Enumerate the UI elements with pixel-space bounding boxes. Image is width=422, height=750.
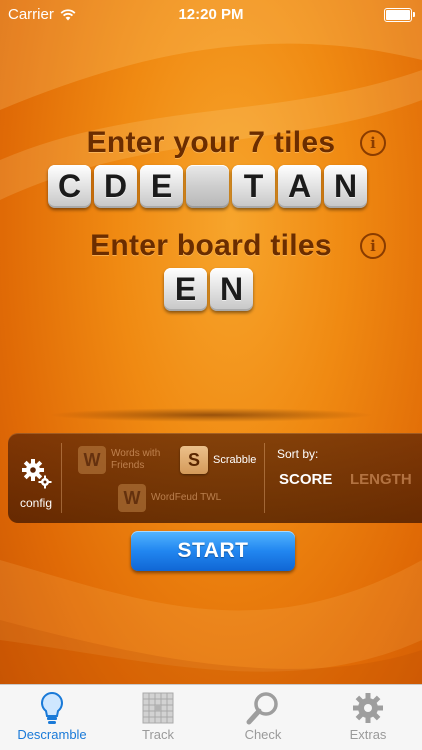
tab-check-label: Check: [244, 727, 282, 742]
scrabble-tile: S: [180, 446, 208, 474]
tab-track[interactable]: Track: [108, 689, 208, 742]
separator-shadow: [48, 408, 374, 422]
config-button[interactable]: config: [20, 457, 52, 510]
rack-tile[interactable]: C: [48, 165, 91, 208]
battery-icon: [384, 8, 415, 22]
status-bar: Carrier 12:20 PM: [0, 0, 422, 30]
game-option-scrabble[interactable]: S Scrabble: [180, 446, 256, 474]
game-option-wordfeud[interactable]: W WordFeud TWL: [118, 484, 221, 512]
rack-title: Enter your 7 tiles: [86, 126, 336, 159]
board-info-icon[interactable]: i: [360, 233, 386, 259]
panel-divider: [61, 443, 62, 513]
lightbulb-icon: [41, 691, 63, 724]
tab-track-label: Track: [141, 727, 175, 742]
game-option-words-with-friends[interactable]: W Words with Friends: [78, 446, 169, 474]
sort-option-score[interactable]: SCORE: [279, 471, 332, 488]
config-label: config: [20, 496, 53, 510]
sort-option-length[interactable]: LENGTH: [350, 471, 412, 488]
board-tile[interactable]: E: [164, 268, 207, 311]
grid-board-icon: [142, 692, 174, 724]
rack-tile[interactable]: E: [140, 165, 183, 208]
gear-icon: [22, 459, 52, 489]
clock: 12:20 PM: [178, 6, 244, 23]
rack-tile[interactable]: D: [94, 165, 137, 208]
rack-tile[interactable]: T: [232, 165, 275, 208]
wordfeud-tile: W: [118, 484, 146, 512]
tab-descramble[interactable]: Descramble: [2, 689, 102, 742]
scrabble-label: Scrabble: [213, 454, 257, 466]
wwf-label: Words with Friends: [111, 448, 161, 471]
tab-extras-label: Extras: [349, 727, 387, 742]
wwf-tile: W: [78, 446, 106, 474]
rack-tile[interactable]: A: [278, 165, 321, 208]
sort-label: Sort by:: [277, 447, 319, 461]
board-tiles[interactable]: E N: [164, 268, 253, 311]
board-title: Enter board tiles: [90, 229, 332, 262]
tab-extras[interactable]: Extras: [318, 689, 418, 742]
gear-icon: [353, 693, 383, 723]
magnifier-icon: [246, 692, 278, 725]
rack-tile[interactable]: N: [324, 165, 367, 208]
rack-tile-blank[interactable]: [186, 165, 229, 208]
panel-divider: [264, 443, 265, 513]
app-screen: Carrier 12:20 PM Enter your 7 tiles i C …: [0, 0, 422, 750]
tab-check[interactable]: Check: [213, 689, 313, 742]
start-button[interactable]: START: [131, 531, 295, 571]
rack-info-icon[interactable]: i: [360, 130, 386, 156]
tab-descramble-label: Descramble: [17, 727, 87, 742]
rack-tiles[interactable]: C D E T A N: [48, 165, 367, 208]
wordfeud-label: WordFeud TWL: [151, 492, 222, 503]
tab-bar: Descramble Track Check Extras: [0, 684, 422, 750]
board-tile[interactable]: N: [210, 268, 253, 311]
background-swirl: [0, 0, 422, 684]
